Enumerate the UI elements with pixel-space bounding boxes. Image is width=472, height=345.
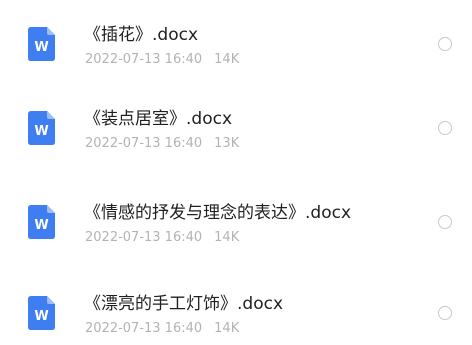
file-size: 13K bbox=[214, 136, 240, 151]
file-date: 2022-07-13 16:40 bbox=[85, 52, 203, 67]
file-size: 14K bbox=[214, 230, 240, 245]
word-doc-icon: W bbox=[28, 205, 55, 239]
file-meta: 2022-07-13 16:40 14K bbox=[85, 52, 239, 68]
file-date: 2022-07-13 16:40 bbox=[85, 136, 203, 151]
svg-text:W: W bbox=[34, 218, 48, 233]
file-name: 《漂亮的手工灯饰》.docx bbox=[84, 294, 284, 314]
file-list: W 《插花》.docx 2022-07-13 16:40 14K W 《装点居室》… bbox=[0, 0, 472, 345]
svg-text:W: W bbox=[34, 124, 48, 139]
file-meta: 2022-07-13 16:40 14K bbox=[85, 230, 239, 246]
file-name: 《插花》.docx bbox=[84, 25, 199, 45]
file-meta: 2022-07-13 16:40 13K bbox=[85, 136, 239, 152]
select-radio[interactable] bbox=[438, 215, 452, 229]
file-name: 《装点居室》.docx bbox=[84, 109, 233, 129]
file-date: 2022-07-13 16:40 bbox=[85, 321, 203, 336]
svg-text:W: W bbox=[34, 309, 48, 324]
word-doc-icon: W bbox=[28, 27, 55, 61]
file-size: 14K bbox=[214, 52, 240, 67]
file-size: 14K bbox=[214, 321, 240, 336]
file-name: 《情感的抒发与理念的表达》.docx bbox=[84, 203, 352, 223]
file-row-0[interactable]: W 《插花》.docx 2022-07-13 16:40 14K bbox=[0, 0, 472, 84]
file-row-2[interactable]: W 《情感的抒发与理念的表达》.docx 2022-07-13 16:40 14K bbox=[0, 178, 472, 262]
svg-text:W: W bbox=[34, 40, 48, 55]
select-radio[interactable] bbox=[438, 37, 452, 51]
file-row-1[interactable]: W 《装点居室》.docx 2022-07-13 16:40 13K bbox=[0, 84, 472, 168]
file-meta: 2022-07-13 16:40 14K bbox=[85, 321, 239, 337]
file-date: 2022-07-13 16:40 bbox=[85, 230, 203, 245]
file-row-3[interactable]: W 《漂亮的手工灯饰》.docx 2022-07-13 16:40 14K bbox=[0, 269, 472, 345]
word-doc-icon: W bbox=[28, 111, 55, 145]
word-doc-icon: W bbox=[28, 296, 55, 330]
select-radio[interactable] bbox=[438, 121, 452, 135]
select-radio[interactable] bbox=[438, 306, 452, 320]
